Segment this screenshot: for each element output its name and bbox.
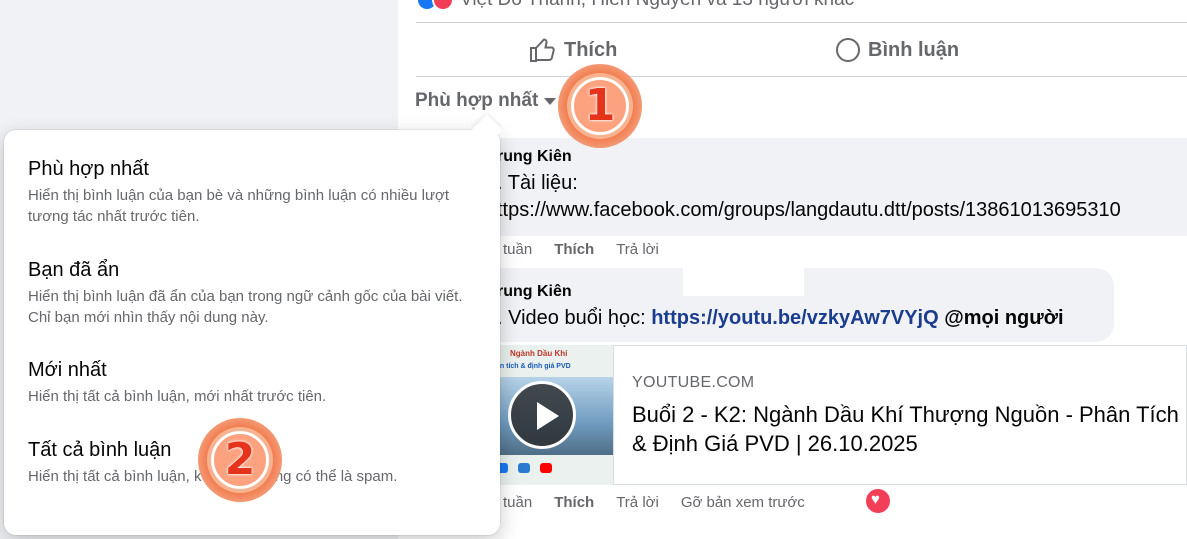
love-reaction-icon bbox=[432, 0, 454, 11]
badge-number: 2 bbox=[224, 434, 256, 485]
comment-link[interactable]: ttps://www.facebook.com/groups/langdautu… bbox=[497, 199, 1121, 222]
sort-option-title: Mới nhất bbox=[28, 359, 107, 381]
comment-button-label: Bình luận bbox=[868, 38, 960, 61]
sort-label: Phù hợp nhất bbox=[415, 90, 539, 111]
badge-number: 1 bbox=[584, 80, 616, 131]
comment-like-button[interactable]: Thích bbox=[554, 241, 594, 258]
chevron-down-icon bbox=[544, 97, 557, 105]
like-button-label: Thích bbox=[564, 38, 618, 61]
preview-domain: YOUTUBE.COM bbox=[632, 374, 755, 391]
sort-option-desc: Hiển thị tất cả bình luận, mới nhất trướ… bbox=[28, 388, 327, 405]
step-2-badge: 2 bbox=[198, 418, 282, 502]
love-reaction-icon[interactable] bbox=[866, 489, 890, 513]
video-thumbnail[interactable]: Ngành Dầu Khí ân tích & định giá PVD bbox=[490, 345, 614, 485]
thumbnail-title: Ngành Dầu Khí bbox=[510, 349, 568, 358]
divider bbox=[416, 22, 1187, 23]
comment-like-button[interactable]: Thích bbox=[554, 494, 594, 511]
comment-reply-button[interactable]: Trả lời bbox=[616, 241, 659, 258]
thumbnail-subtitle: ân tích & định giá PVD bbox=[496, 363, 571, 370]
comment-author[interactable]: rung Kiên bbox=[497, 148, 572, 166]
remove-preview-button[interactable]: Gỡ bản xem trước bbox=[681, 494, 805, 511]
sort-option-desc: Hiển thị bình luận của bạn bè và những b… bbox=[28, 187, 450, 225]
sort-option-newest[interactable]: Mới nhất Hiển thị tất cả bình luận, mới … bbox=[4, 359, 500, 407]
comment-time[interactable]: tuần bbox=[503, 494, 532, 511]
reactions-summary[interactable]: Việt Đỗ Thành, Hiền Nguyễn và 13 người k… bbox=[416, 0, 854, 12]
divider bbox=[416, 76, 1187, 77]
redacted-area bbox=[683, 268, 804, 296]
comment-text-prefix: . Video buổi học: bbox=[497, 307, 652, 329]
comment-button[interactable]: Bình luận bbox=[836, 30, 959, 70]
sort-option-title: Bạn đã ẩn bbox=[28, 259, 120, 281]
thumbnail-logos bbox=[496, 463, 552, 473]
comment-text: . Tài liệu: bbox=[497, 172, 578, 194]
comment-actions: tuần Thích Trả lời bbox=[503, 241, 659, 258]
sort-option-title: Phù hợp nhất bbox=[28, 158, 149, 180]
play-icon[interactable] bbox=[508, 381, 576, 449]
zalo-icon bbox=[518, 463, 530, 473]
step-1-badge: 1 bbox=[558, 64, 642, 148]
preview-title[interactable]: Buổi 2 - K2: Ngành Dầu Khí Thượng Nguồn … bbox=[632, 400, 1187, 458]
screen: Việt Đỗ Thành, Hiền Nguyễn và 13 người k… bbox=[0, 0, 1187, 539]
thumbs-up-icon bbox=[530, 38, 555, 62]
reaction-icons bbox=[416, 0, 454, 11]
comment-icon bbox=[836, 38, 860, 62]
reactions-text[interactable]: Việt Đỗ Thành, Hiền Nguyễn và 13 người k… bbox=[460, 0, 854, 11]
youtube-icon bbox=[540, 463, 552, 473]
comment-sort-toggle[interactable]: Phù hợp nhất bbox=[415, 90, 557, 112]
sort-option-most-relevant[interactable]: Phù hợp nhất Hiển thị bình luận của bạn … bbox=[4, 158, 500, 227]
sort-option-hidden-by-you[interactable]: Bạn đã ẩn Hiển thị bình luận đã ẩn của b… bbox=[4, 259, 500, 328]
comment-author[interactable]: rung Kiên bbox=[497, 283, 572, 301]
sort-option-desc: Hiển thị bình luận đã ẩn của bạn trong n… bbox=[28, 288, 463, 326]
comment-text: . Video buổi học: https://youtu.be/vzkyA… bbox=[497, 307, 1064, 330]
youtube-link[interactable]: https://youtu.be/vzkyAw7VYjQ bbox=[651, 307, 938, 329]
comment-reply-button[interactable]: Trả lời bbox=[616, 494, 659, 511]
comment-actions: tuần Thích Trả lời Gỡ bản xem trước bbox=[503, 494, 805, 511]
comment-time[interactable]: tuần bbox=[503, 241, 532, 258]
mention[interactable]: @mọi người bbox=[939, 307, 1063, 329]
